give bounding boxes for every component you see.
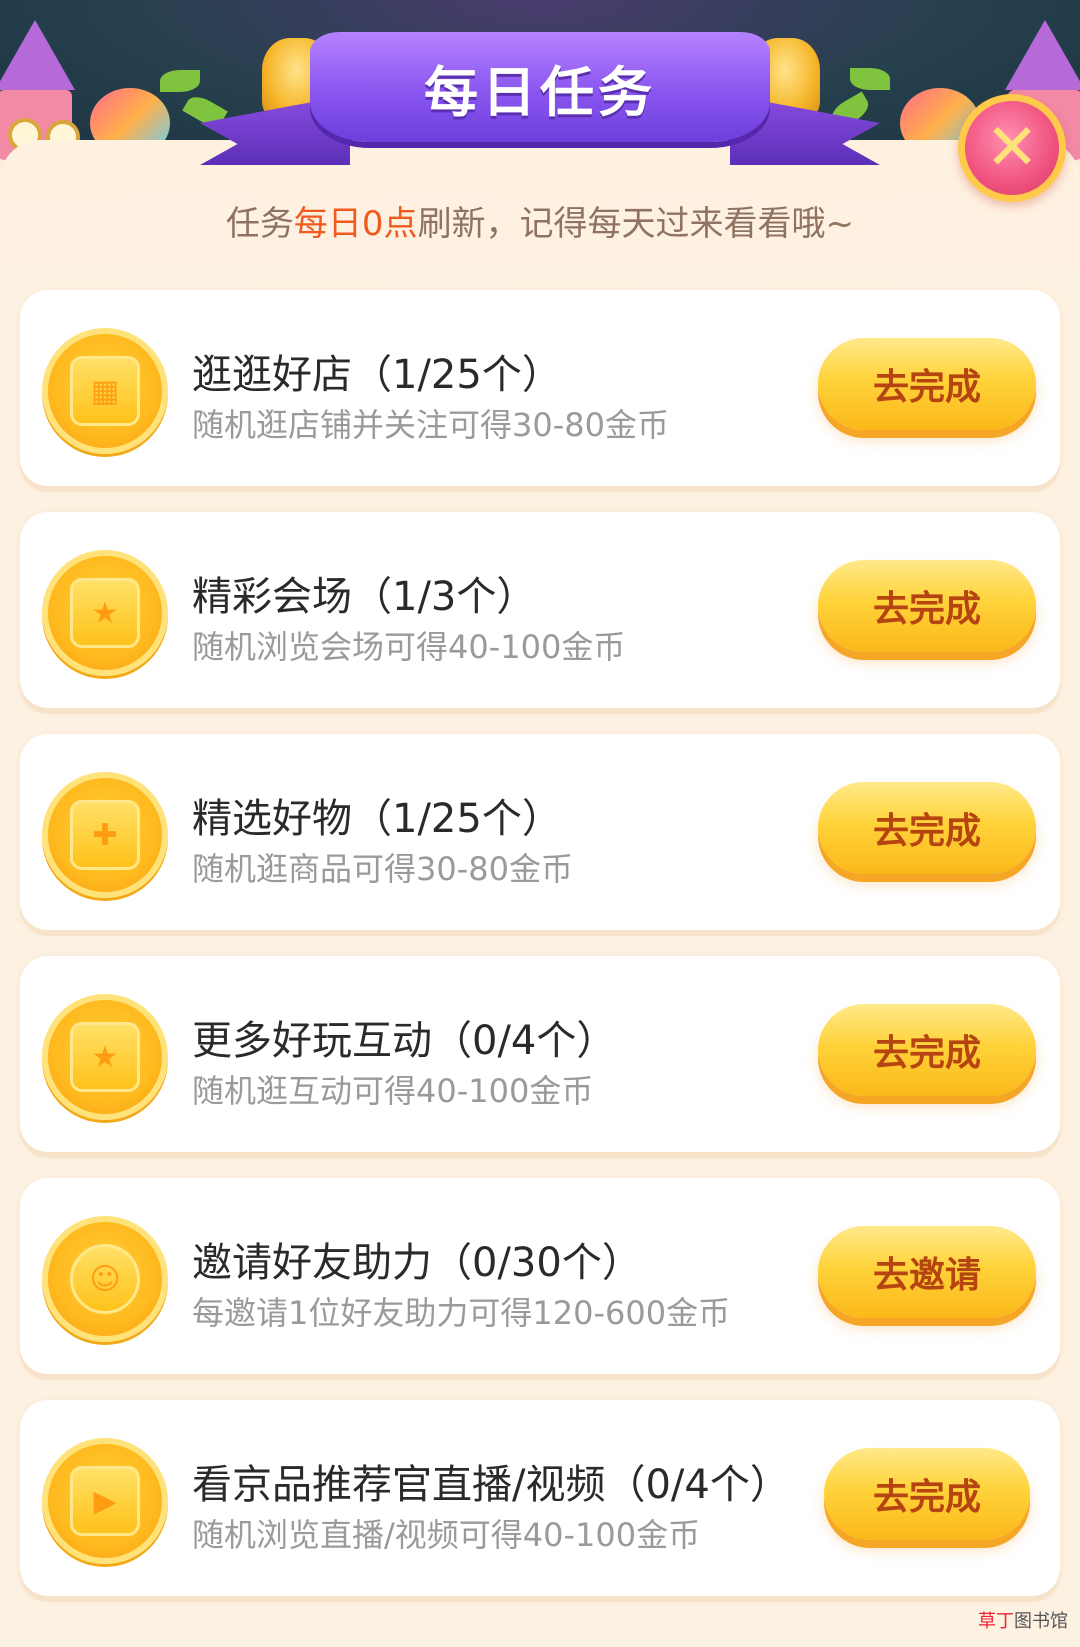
leaf-decoration [850, 68, 890, 90]
shopping-bag-star-icon: ★ [42, 550, 168, 676]
task-item-venues: ★ 精彩会场（1/3个） 随机浏览会场可得40-100金币 去完成 [20, 512, 1060, 708]
task-title: 精选好物（1/25个） [192, 796, 562, 842]
task-item-products: ✚ 精选好物（1/25个） 随机逛商品可得30-80金币 去完成 [20, 734, 1060, 930]
task-title: 邀请好友助力（0/30个） [192, 1240, 642, 1286]
go-complete-button[interactable]: 去完成 [824, 1448, 1030, 1540]
go-complete-button[interactable]: 去完成 [818, 1004, 1036, 1096]
task-item-shops: ▦ 逛逛好店（1/25个） 随机逛店铺并关注可得30-80金币 去完成 [20, 290, 1060, 486]
title-ribbon: 每日任务 [310, 32, 770, 142]
task-title: 看京品推荐官直播/视频（0/4个） [192, 1462, 790, 1508]
task-item-invite: ☺ 邀请好友助力（0/30个） 每邀请1位好友助力可得120-600金币 去邀请 [20, 1178, 1060, 1374]
task-description: 随机逛店铺并关注可得30-80金币 [192, 406, 669, 444]
watermark: 草丁图书馆 [978, 1607, 1068, 1633]
shop-icon: ▦ [42, 328, 168, 454]
refresh-notice-suffix: 刷新，记得每天过来看看哦~ [417, 204, 855, 244]
gift-icon: ✚ [42, 772, 168, 898]
task-description: 每邀请1位好友助力可得120-600金币 [192, 1294, 731, 1332]
go-complete-button[interactable]: 去完成 [818, 560, 1036, 652]
tv-play-icon: ▶ [42, 1438, 168, 1564]
refresh-notice-highlight: 每日0点 [293, 204, 418, 244]
task-title: 逛逛好店（1/25个） [192, 352, 562, 398]
task-item-live-video: ▶ 看京品推荐官直播/视频（0/4个） 随机浏览直播/视频可得40-100金币 … [20, 1400, 1060, 1596]
refresh-notice: 任务每日0点刷新，记得每天过来看看哦~ [0, 196, 1080, 245]
close-button[interactable]: ✕ [958, 94, 1066, 202]
user-smile-icon: ☺ [42, 1216, 168, 1342]
page-title: 每日任务 [424, 60, 656, 124]
task-description: 随机逛互动可得40-100金币 [192, 1072, 594, 1110]
go-complete-button[interactable]: 去完成 [818, 782, 1036, 874]
watermark-part2: 图书馆 [1014, 1611, 1068, 1632]
task-description: 随机浏览直播/视频可得40-100金币 [192, 1516, 701, 1554]
task-title: 精彩会场（1/3个） [192, 574, 537, 620]
leaf-decoration [160, 70, 200, 92]
task-title: 更多好玩互动（0/4个） [192, 1018, 617, 1064]
header-scene: 每日任务 任务每日0点刷新，记得每天过来看看哦~ [0, 0, 1080, 300]
close-icon: ✕ [985, 111, 1039, 185]
watermark-part1: 草丁 [978, 1611, 1014, 1632]
task-item-interactions: ★ 更多好玩互动（0/4个） 随机逛互动可得40-100金币 去完成 [20, 956, 1060, 1152]
refresh-notice-prefix: 任务 [225, 204, 294, 244]
go-invite-button[interactable]: 去邀请 [818, 1226, 1036, 1318]
go-complete-button[interactable]: 去完成 [818, 338, 1036, 430]
task-description: 随机浏览会场可得40-100金币 [192, 628, 626, 666]
box-star-icon: ★ [42, 994, 168, 1120]
task-description: 随机逛商品可得30-80金币 [192, 850, 573, 888]
